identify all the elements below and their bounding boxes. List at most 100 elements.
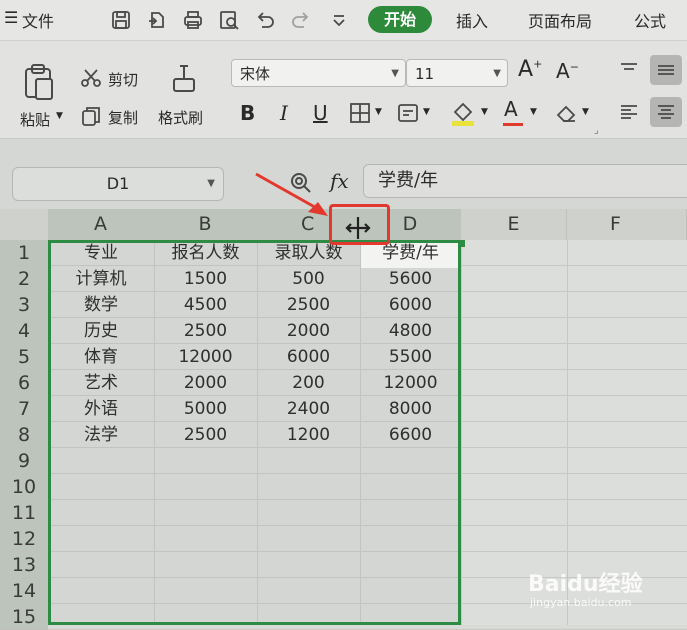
file-menu[interactable]: 文件 [22,8,54,32]
column-header-e[interactable]: E [461,209,567,240]
row-header[interactable]: 7 [0,396,48,422]
cell-a5[interactable]: 体育 [48,345,154,370]
cell-b7[interactable]: 5000 [154,397,257,422]
row-header[interactable]: 9 [0,448,48,474]
cell-b8[interactable]: 2500 [154,423,257,448]
cell-d3[interactable]: 6000 [360,293,461,318]
name-box[interactable]: D1 ▼ [12,167,224,201]
cell-b4[interactable]: 2500 [154,319,257,344]
cell-d7[interactable]: 8000 [360,397,461,422]
red-arrow-annotation [255,172,328,216]
cell-a1[interactable]: 专业 [48,241,154,266]
row-header[interactable]: 6 [0,370,48,396]
cell-c3[interactable]: 2500 [257,293,360,318]
column-header-f[interactable]: F [567,209,687,240]
cut-button[interactable]: 剪切 [108,69,138,90]
tab-insert[interactable]: 插入 [456,8,488,32]
cell-d5[interactable]: 5500 [360,345,461,370]
fill-color-dropdown-icon[interactable]: ▼ [481,107,488,117]
formula-input[interactable]: 学费/年 [363,164,687,198]
row-header[interactable]: 5 [0,344,48,370]
cell-c2[interactable]: 500 [257,267,360,292]
align-left-icon[interactable] [618,101,640,123]
row-header[interactable]: 2 [0,266,48,292]
row-header[interactable]: 10 [0,474,48,500]
bold-button[interactable]: B [240,101,255,125]
tab-page-layout[interactable]: 页面布局 [528,8,592,32]
save-icon[interactable] [110,9,132,31]
tab-start[interactable]: 开始 [368,6,432,33]
font-size-value: 11 [415,65,435,83]
format-painter-icon[interactable] [170,61,198,97]
row-header[interactable]: 11 [0,500,48,526]
copy-button[interactable]: 复制 [108,107,138,128]
cell-a8[interactable]: 法学 [48,423,154,448]
font-color-icon[interactable]: A [504,97,518,121]
cell-d8[interactable]: 6600 [360,423,461,448]
output-icon[interactable] [146,9,168,31]
cell-b6[interactable]: 2000 [154,371,257,396]
align-center-icon [655,101,677,123]
customize-dropdown-icon[interactable] [328,9,350,31]
row-header[interactable]: 4 [0,318,48,344]
borders-dropdown-icon[interactable]: ▼ [375,107,382,117]
row-header[interactable]: 15 [0,604,48,630]
copy-icon[interactable] [80,105,102,127]
cell-a6[interactable]: 艺术 [48,371,154,396]
format-painter-button[interactable]: 格式刷 [158,107,203,128]
cell-format-dropdown-icon[interactable]: ▼ [423,107,430,117]
font-color-dropdown-icon[interactable]: ▼ [530,107,537,117]
cell-a3[interactable]: 数学 [48,293,154,318]
row-header[interactable]: 12 [0,526,48,552]
cell-c6[interactable]: 200 [257,371,360,396]
print-preview-icon[interactable] [218,9,240,31]
cell-c7[interactable]: 2400 [257,397,360,422]
paste-button[interactable]: 粘贴 [20,109,50,130]
clear-format-dropdown-icon[interactable]: ▼ [582,107,589,117]
cell-a4[interactable]: 历史 [48,319,154,344]
scissors-icon[interactable] [80,67,102,89]
font-size-select[interactable]: 11 ▼ [406,59,508,87]
row-header[interactable]: 8 [0,422,48,448]
cell-c4[interactable]: 2000 [257,319,360,344]
cell-c8[interactable]: 1200 [257,423,360,448]
cell-d2[interactable]: 5600 [360,267,461,292]
cell-b1[interactable]: 报名人数 [154,241,257,266]
borders-icon[interactable] [348,101,372,125]
fill-handle[interactable] [458,240,465,247]
clear-format-icon[interactable] [554,101,578,125]
highlight-annotation-box [329,204,390,245]
row-header[interactable]: 3 [0,292,48,318]
row-header[interactable]: 1 [0,240,48,266]
tab-formulas[interactable]: 公式 [634,8,666,32]
cell-a7[interactable]: 外语 [48,397,154,422]
increase-font-icon[interactable]: A+ [518,57,542,82]
cell-b2[interactable]: 1500 [154,267,257,292]
cell-b3[interactable]: 4500 [154,293,257,318]
menu-hamburger-icon[interactable]: ☰ [4,8,18,27]
italic-button[interactable]: I [280,101,288,125]
decrease-font-icon[interactable]: A− [556,59,579,83]
cell-c5[interactable]: 6000 [257,345,360,370]
underline-button[interactable]: U [313,101,328,125]
align-top-icon[interactable] [618,59,640,81]
row-header[interactable]: 13 [0,552,48,578]
menu-bar: ☰ 文件 开始 插入 页面布局 公式 [0,0,687,41]
dialog-launcher-icon[interactable]: ⌟ [594,125,599,136]
paste-icon[interactable] [22,63,56,103]
row-header[interactable]: 14 [0,578,48,604]
print-icon[interactable] [182,9,204,31]
fill-color-icon[interactable] [450,99,476,127]
cell-d4[interactable]: 4800 [360,319,461,344]
select-all-corner[interactable] [0,209,48,240]
cell-d6[interactable]: 12000 [360,371,461,396]
cell-b5[interactable]: 12000 [154,345,257,370]
column-header-a[interactable]: A [48,209,154,240]
column-header-b[interactable]: B [154,209,257,240]
cell-a2[interactable]: 计算机 [48,267,154,292]
font-name-select[interactable]: 宋体 ▼ [231,59,406,87]
undo-icon[interactable] [254,9,276,31]
paste-dropdown-icon[interactable]: ▼ [56,111,63,121]
cell-format-icon[interactable] [396,101,420,125]
redo-icon[interactable] [290,9,312,31]
